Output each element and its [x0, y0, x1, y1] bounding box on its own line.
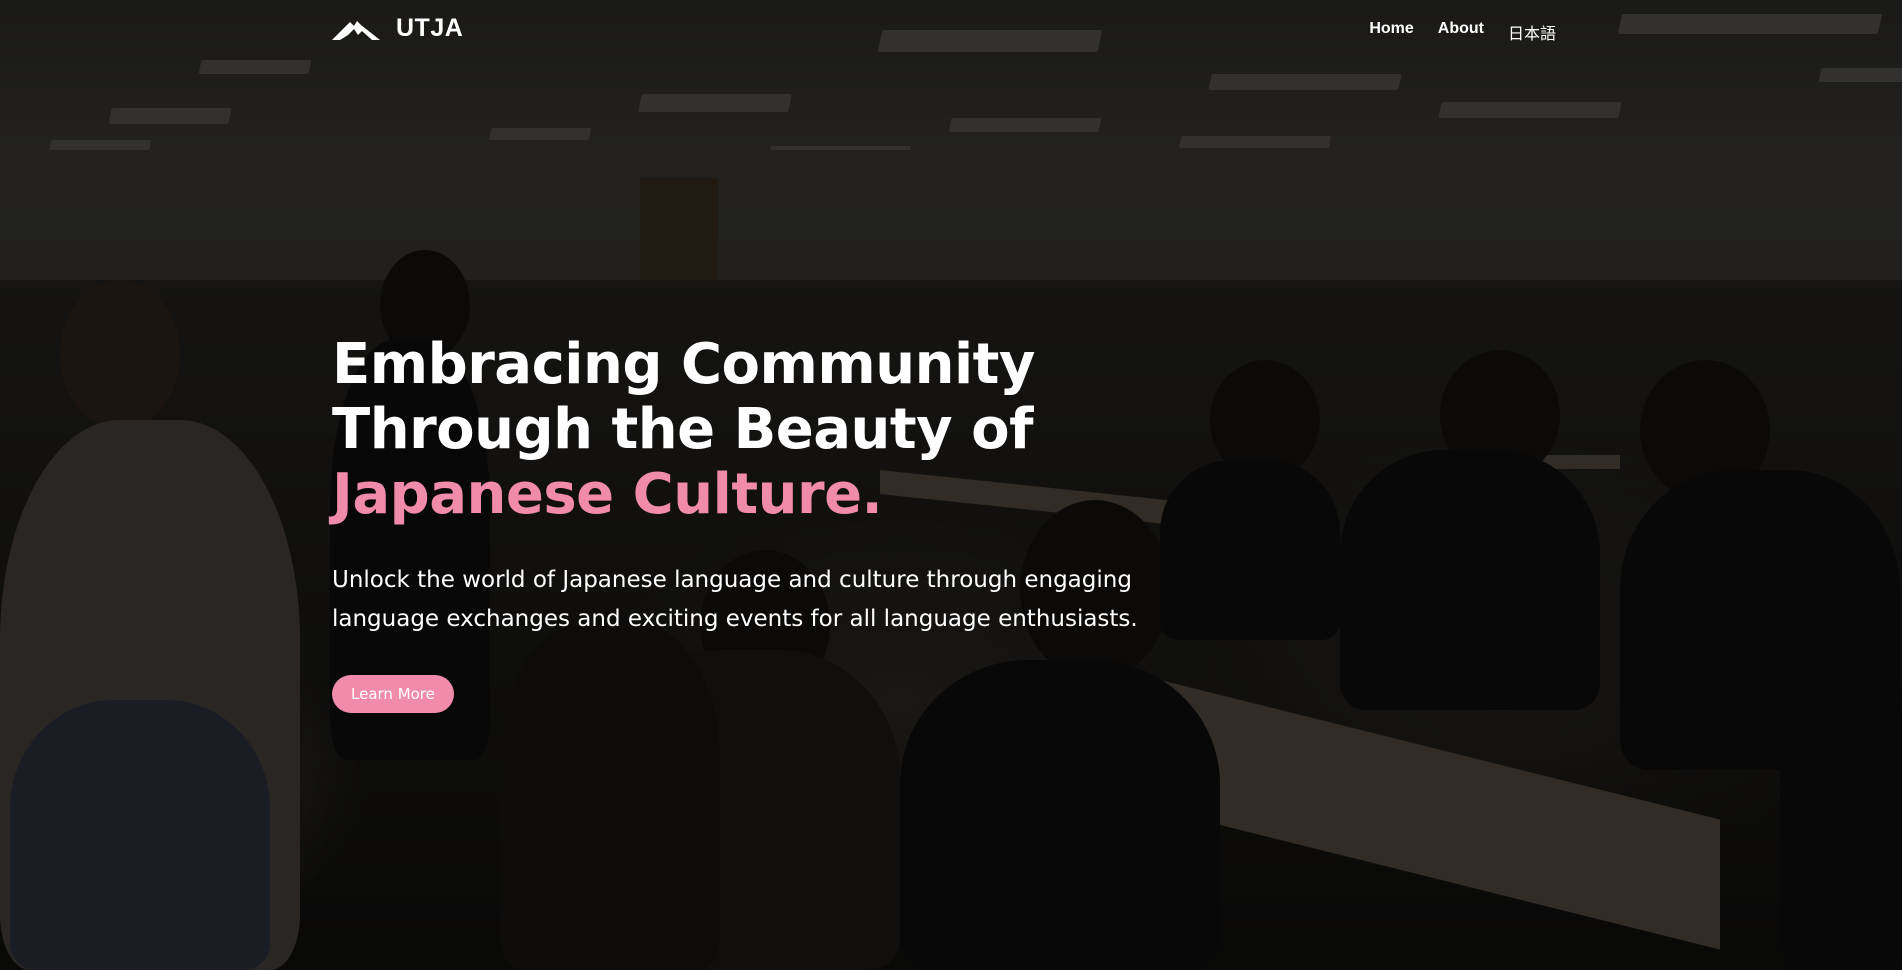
nav-language-link[interactable]: 日本語 [1508, 20, 1556, 44]
brand-name: UTJA [396, 14, 464, 42]
nav-home-link[interactable]: Home [1369, 20, 1413, 44]
mountain-icon [332, 20, 380, 40]
nav-about-link[interactable]: About [1438, 20, 1484, 44]
learn-more-button[interactable]: Learn More [332, 675, 454, 713]
headline-line-1: Embracing Community [332, 332, 1035, 397]
hero-content: Embracing Community Through the Beauty o… [332, 332, 1232, 713]
nav-links: Home About 日本語 [1369, 20, 1556, 44]
headline-accent: Japanese Culture. [332, 462, 883, 527]
hero-section: UTJA Home About 日本語 Embracing Community … [0, 0, 1902, 970]
headline-line-2: Through the Beauty of [332, 397, 1034, 462]
logo-link[interactable]: UTJA [332, 14, 463, 43]
hero-subtitle: Unlock the world of Japanese language an… [332, 567, 1138, 632]
top-navigation: UTJA Home About 日本語 [0, 0, 1902, 62]
hero-headline: Embracing Community Through the Beauty o… [332, 332, 1232, 527]
